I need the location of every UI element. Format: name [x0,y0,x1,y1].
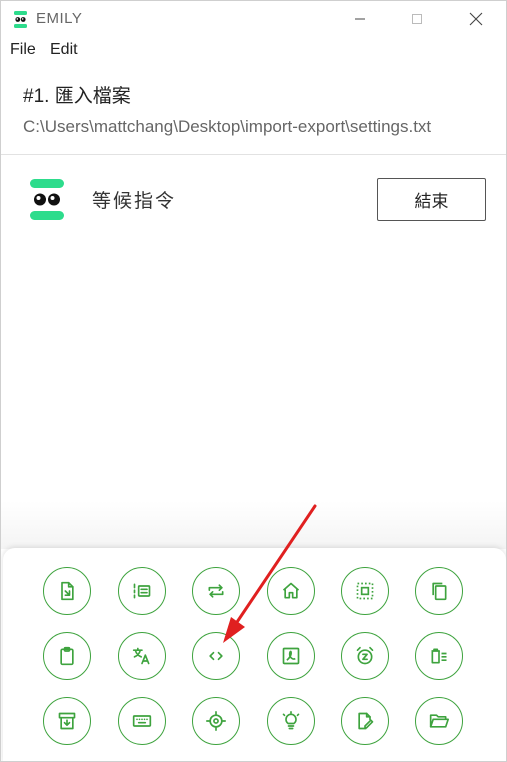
edit-file-button[interactable] [341,697,389,745]
repeat-icon [208,584,224,598]
target-button[interactable] [192,697,240,745]
numbered-list-button[interactable] [118,567,166,615]
clear-list-icon [431,648,447,664]
minimize-icon [355,18,365,20]
keyboard-button[interactable] [118,697,166,745]
target-icon [206,711,226,731]
maximize-button[interactable] [394,1,440,37]
panel-shadow [1,501,506,549]
select-all-icon [356,582,374,600]
minimize-button[interactable] [337,1,383,37]
end-button[interactable]: 結束 [377,178,486,221]
numbered-list-icon [133,583,151,599]
lightbulb-button[interactable] [267,697,315,745]
home-button[interactable] [267,567,315,615]
status-text: 等候指令 [92,191,177,212]
close-button[interactable] [453,1,499,37]
task-file-path: C:\Users\mattchang\Desktop\import-export… [23,117,432,136]
edit-file-icon [358,712,374,730]
archive-button[interactable] [43,697,91,745]
translate-icon [132,647,150,665]
maximize-icon [412,14,422,24]
translate-button[interactable] [118,632,166,680]
emily-logo-icon [14,11,27,28]
tool-panel [3,548,506,761]
clipboard-icon [60,646,74,666]
window-title: EMILY [36,10,83,27]
home-icon [282,582,300,599]
status-row: 等候指令 結束 [1,155,506,235]
import-file-button[interactable] [43,567,91,615]
code-button[interactable] [192,632,240,680]
copy-icon [432,582,447,601]
repeat-button[interactable] [192,567,240,615]
copy-button[interactable] [415,567,463,615]
title-bar[interactable]: EMILY [1,1,506,37]
lightbulb-icon [282,711,300,730]
select-all-button[interactable] [341,567,389,615]
app-window: EMILY File Edit #1. 匯入檔案 C:\Users\mattch… [0,0,507,762]
menu-edit[interactable]: Edit [50,41,78,59]
alarm-snooze-icon [356,646,374,665]
import-file-icon [61,581,74,601]
emily-logo-icon [30,179,64,220]
open-folder-icon [429,714,449,728]
open-folder-button[interactable] [415,697,463,745]
alarm-snooze-button[interactable] [341,632,389,680]
clipboard-button[interactable] [43,632,91,680]
pdf-icon [282,647,300,665]
task-title: #1. 匯入檔案 [23,86,131,107]
archive-icon [58,712,76,730]
pdf-button[interactable] [267,632,315,680]
menu-file[interactable]: File [10,41,36,59]
code-icon [209,651,223,661]
keyboard-icon [132,715,152,727]
clear-list-button[interactable] [415,632,463,680]
close-icon [469,12,483,26]
